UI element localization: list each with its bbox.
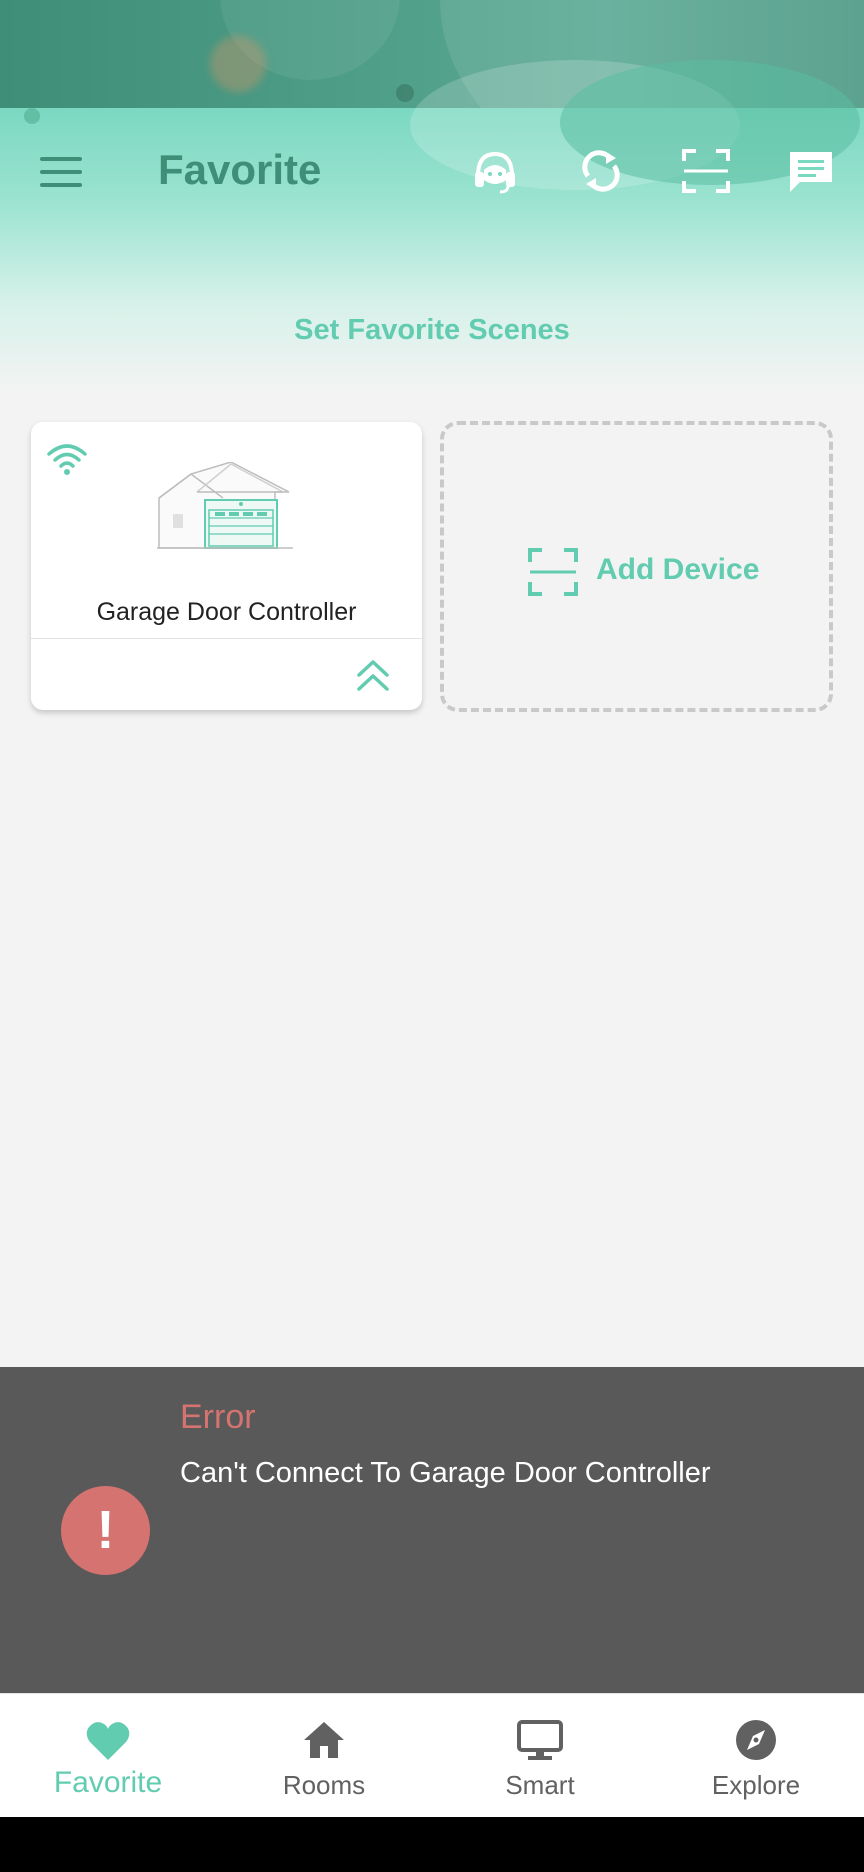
error-title: Error bbox=[180, 1398, 256, 1436]
wifi-icon bbox=[47, 444, 87, 475]
scan-icon[interactable] bbox=[681, 146, 731, 196]
nav-label: Explore bbox=[711, 1770, 801, 1800]
error-message: Can't Connect To Garage Door Controller bbox=[180, 1457, 711, 1489]
system-navigation-bar bbox=[0, 1817, 864, 1872]
nav-label: Favorite bbox=[53, 1766, 163, 1799]
device-name: Garage Door Controller bbox=[96, 598, 357, 626]
scan-icon bbox=[528, 548, 578, 596]
nav-item-favorite[interactable]: Favorite bbox=[0, 1694, 216, 1818]
device-card-garage-door[interactable]: Garage Door Controller bbox=[31, 422, 422, 710]
garage-icon bbox=[157, 462, 293, 549]
error-icon: ! bbox=[61, 1486, 150, 1575]
nav-item-explore[interactable]: Explore bbox=[648, 1694, 864, 1818]
set-favorite-scenes-link[interactable]: Set Favorite Scenes bbox=[0, 314, 864, 347]
menu-icon[interactable] bbox=[40, 157, 82, 187]
add-device-label: Add Device bbox=[596, 553, 760, 586]
error-toast: ! Error Can't Connect To Garage Door Con… bbox=[0, 1367, 864, 1693]
headset-icon[interactable] bbox=[470, 146, 520, 196]
add-device-card[interactable]: Add Device bbox=[440, 421, 833, 712]
chevron-double-up-icon[interactable] bbox=[355, 658, 391, 694]
card-divider bbox=[31, 638, 422, 639]
nav-item-smart[interactable]: Smart bbox=[432, 1694, 648, 1818]
home-icon bbox=[304, 1722, 344, 1758]
heart-icon bbox=[86, 1722, 130, 1760]
refresh-icon[interactable] bbox=[576, 146, 626, 196]
message-icon[interactable] bbox=[786, 146, 836, 196]
monitor-icon bbox=[517, 1720, 563, 1760]
page-title: Favorite bbox=[158, 146, 322, 193]
nav-item-rooms[interactable]: Rooms bbox=[216, 1694, 432, 1818]
header: Favorite Set Favorite Scenes bbox=[0, 0, 864, 390]
nav-label: Smart bbox=[505, 1770, 575, 1800]
bottom-navigation: Favorite Rooms Smart Explore bbox=[0, 1693, 864, 1817]
compass-icon bbox=[736, 1720, 776, 1760]
nav-label: Rooms bbox=[282, 1770, 366, 1800]
